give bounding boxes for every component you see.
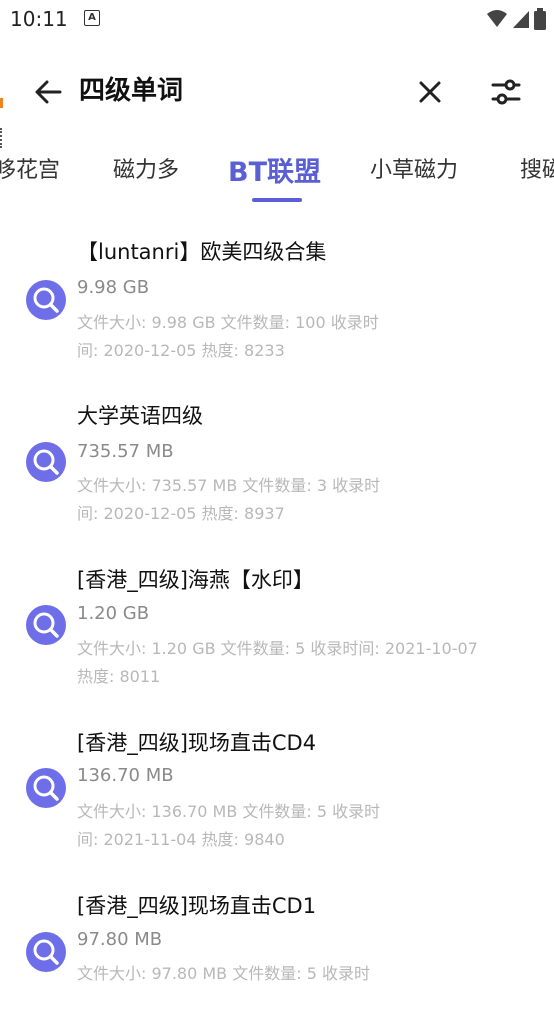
notification-icon: A: [84, 10, 100, 26]
tab-2-active[interactable]: BT联盟: [228, 150, 321, 189]
clear-search-button[interactable]: [414, 76, 446, 108]
item-meta: 文件大小: 1.20 GB 文件数量: 5 收录时间: 2021-10-07 热…: [77, 635, 537, 691]
tab-1[interactable]: 磁力多: [113, 152, 179, 184]
filter-sliders-icon: [491, 79, 521, 105]
tab-0[interactable]: 哆花宫: [0, 152, 60, 184]
filter-button[interactable]: [488, 74, 524, 110]
battery-icon: [534, 8, 546, 30]
list-item[interactable]: [香港_四级]海燕【水印】 1.20 GB 文件大小: 1.20 GB 文件数量…: [0, 533, 554, 697]
page-title: 四级单词: [79, 76, 184, 106]
item-meta: 文件大小: 9.98 GB 文件数量: 100 收录时 间: 2020-12-0…: [77, 309, 537, 365]
item-title: 大学英语四级: [77, 404, 203, 428]
item-meta: 文件大小: 97.80 MB 文件数量: 5 收录时: [77, 960, 537, 988]
item-meta-line2: 间: 2020-12-05 热度: 8937: [77, 504, 285, 523]
tab-indicator: [252, 198, 302, 202]
tab-3[interactable]: 小草磁力: [370, 152, 458, 184]
magnifier-icon: [26, 280, 66, 320]
close-icon: [419, 81, 441, 103]
app-bar: 四级单词: [0, 38, 554, 138]
magnifier-icon: [26, 605, 66, 645]
list-item[interactable]: 【luntanri】欧美四级合集 9.98 GB 文件大小: 9.98 GB 文…: [0, 206, 554, 370]
item-title: 【luntanri】欧美四级合集: [77, 240, 327, 264]
item-meta-line1: 文件大小: 9.98 GB 文件数量: 100 收录时: [77, 313, 379, 332]
item-meta-line1: 文件大小: 735.57 MB 文件数量: 3 收录时: [77, 476, 381, 495]
status-time: 10:11: [10, 7, 68, 31]
source-tabs: 哆花宫 磁力多 BT联盟 小草磁力 搜磁: [0, 138, 554, 202]
item-size: 735.57 MB: [77, 441, 174, 462]
item-size: 97.80 MB: [77, 929, 163, 950]
wifi-icon: [487, 10, 507, 27]
magnifier-icon: [26, 768, 66, 808]
item-title: [香港_四级]海燕【水印】: [77, 568, 314, 592]
item-title: [香港_四级]现场直击CD1: [77, 894, 317, 918]
signal-icon: [513, 11, 529, 28]
list-item[interactable]: [香港_四级]现场直击CD1 97.80 MB 文件大小: 97.80 MB 文…: [0, 860, 554, 1024]
magnifier-icon: [26, 932, 66, 972]
item-meta: 文件大小: 735.57 MB 文件数量: 3 收录时 间: 2020-12-0…: [77, 472, 537, 528]
item-meta-line1: 文件大小: 136.70 MB 文件数量: 5 收录时: [77, 802, 381, 821]
item-meta-line1: 文件大小: 1.20 GB 文件数量: 5 收录时间: 2021-10-07: [77, 639, 478, 658]
item-meta-line1: 文件大小: 97.80 MB 文件数量: 5 收录时: [77, 964, 370, 983]
back-arrow-icon: [35, 80, 62, 104]
item-meta-line2: 间: 2020-12-05 热度: 8233: [77, 341, 285, 360]
item-meta-line2: 热度: 8011: [77, 667, 161, 686]
item-size: 9.98 GB: [77, 277, 150, 298]
list-item[interactable]: [香港_四级]现场直击CD4 136.70 MB 文件大小: 136.70 MB…: [0, 696, 554, 860]
edge-marker: [0, 128, 5, 148]
item-meta-line2: 间: 2021-11-04 热度: 9840: [77, 830, 285, 849]
item-title: [香港_四级]现场直击CD4: [77, 731, 317, 755]
tab-4[interactable]: 搜磁: [520, 152, 554, 184]
status-bar: 10:11 A: [0, 0, 554, 38]
magnifier-icon: [26, 442, 66, 482]
item-size: 1.20 GB: [77, 603, 150, 624]
list-item[interactable]: 大学英语四级 735.57 MB 文件大小: 735.57 MB 文件数量: 3…: [0, 370, 554, 534]
item-meta: 文件大小: 136.70 MB 文件数量: 5 收录时 间: 2021-11-0…: [77, 798, 537, 854]
back-button[interactable]: [30, 74, 66, 110]
system-icons: [486, 8, 546, 30]
edge-accent: [0, 98, 3, 108]
item-size: 136.70 MB: [77, 765, 174, 786]
